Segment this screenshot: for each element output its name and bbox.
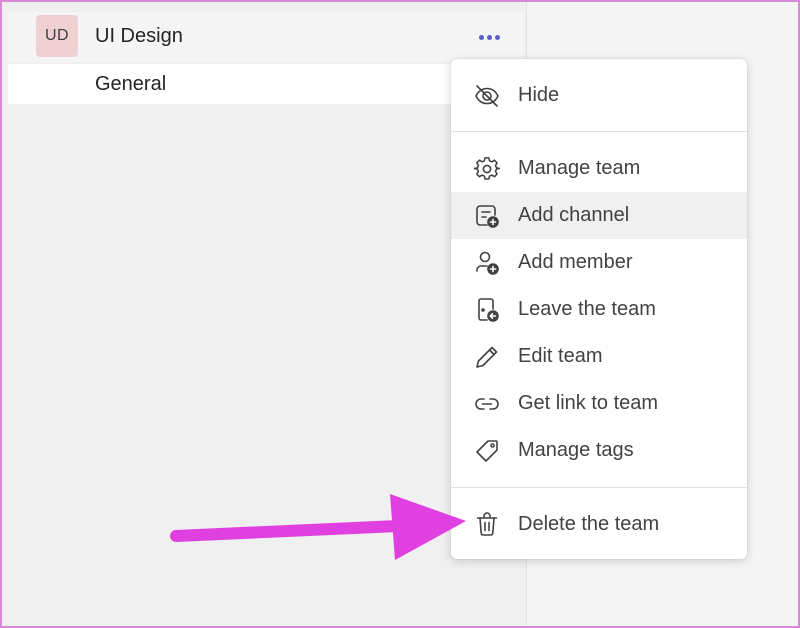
team-context-menu: Hide Manage team Add channel Add member	[451, 59, 747, 559]
tag-icon	[476, 440, 498, 462]
menu-item-label: Edit team	[518, 345, 603, 367]
menu-item-edit-team[interactable]: Edit team	[451, 333, 747, 380]
teams-sidebar: UD UI Design General	[2, 2, 526, 626]
eye-off-icon	[475, 85, 499, 107]
menu-item-label: Manage tags	[518, 439, 634, 461]
menu-item-label: Leave the team	[518, 298, 656, 320]
menu-item-delete-team[interactable]: Delete the team	[451, 501, 747, 548]
channel-row-general[interactable]: General	[8, 64, 456, 104]
channel-name: General	[95, 73, 167, 95]
menu-item-manage-team[interactable]: Manage team	[451, 145, 747, 192]
team-name: UI Design	[95, 25, 183, 47]
link-icon	[475, 398, 499, 410]
menu-item-add-member[interactable]: Add member	[451, 239, 747, 286]
menu-item-label: Delete the team	[518, 513, 660, 535]
menu-item-hide[interactable]: Hide	[451, 72, 747, 119]
menu-divider	[451, 487, 747, 488]
add-person-icon	[476, 251, 499, 275]
team-avatar: UD	[36, 15, 78, 57]
trash-icon	[476, 512, 498, 536]
menu-item-leave-team[interactable]: Leave the team	[451, 286, 747, 333]
gear-icon	[473, 157, 501, 180]
leave-door-icon	[478, 298, 499, 322]
menu-item-label: Add member	[518, 251, 633, 273]
menu-item-manage-tags[interactable]: Manage tags	[451, 427, 747, 474]
menu-item-label: Add channel	[518, 204, 630, 226]
more-horizontal-icon	[478, 34, 484, 40]
menu-item-label: Hide	[518, 84, 560, 106]
menu-item-label: Manage team	[518, 157, 641, 179]
pencil-icon	[476, 346, 498, 368]
add-channel-icon	[476, 205, 499, 228]
menu-item-add-channel[interactable]: Add channel	[451, 192, 747, 239]
menu-divider	[451, 131, 747, 132]
more-options-button[interactable]	[472, 25, 506, 49]
team-row-ui-design[interactable]: UD UI Design	[8, 12, 524, 62]
menu-item-label: Get link to team	[518, 392, 659, 414]
menu-item-get-link[interactable]: Get link to team	[451, 380, 747, 427]
